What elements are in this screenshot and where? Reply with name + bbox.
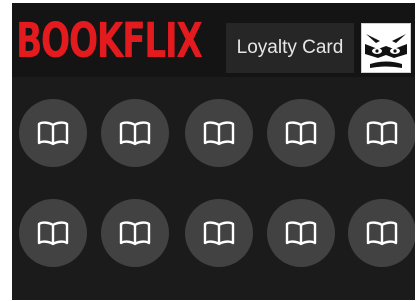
stamp-slot[interactable] [348,199,415,267]
open-book-icon [203,121,235,146]
open-book-icon [366,121,398,146]
brand-logo: BOOKFLIX [16,13,203,69]
stamp-slot[interactable] [267,99,335,167]
card-title: Loyalty Card [236,37,344,58]
stamp-slot[interactable] [267,199,335,267]
open-book-icon [119,121,151,146]
open-book-icon [37,221,69,246]
masked-character-icon [361,23,411,73]
stamp-slot[interactable] [185,99,253,167]
stamp-slot[interactable] [348,99,415,167]
open-book-icon [119,221,151,246]
open-book-icon [285,121,317,146]
stamp-grid [12,77,415,300]
stamp-slot[interactable] [101,199,169,267]
stamp-slot[interactable] [185,199,253,267]
open-book-icon [37,121,69,146]
loyalty-card: BOOKFLIX Loyalty Card [12,3,415,300]
stamp-slot[interactable] [19,199,87,267]
stamp-slot[interactable] [101,99,169,167]
stamp-slot[interactable] [19,99,87,167]
card-header: BOOKFLIX Loyalty Card [12,3,415,77]
open-book-icon [366,221,398,246]
open-book-icon [203,221,235,246]
open-book-icon [285,221,317,246]
card-title-box: Loyalty Card [226,23,354,73]
